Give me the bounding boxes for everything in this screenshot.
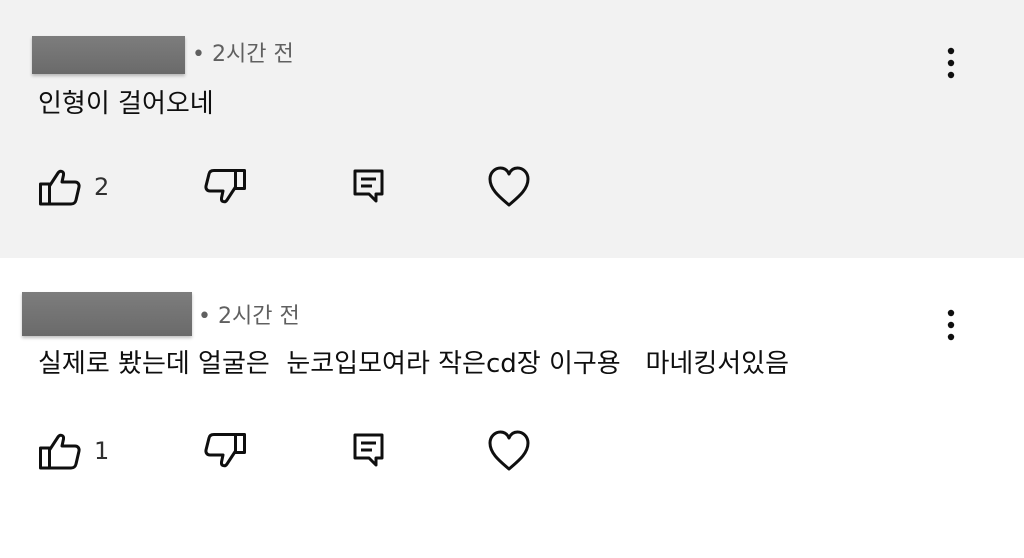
comment-timestamp: • 2시간 전 xyxy=(192,42,294,67)
dislike-icon xyxy=(204,433,246,468)
redacted-author-name[interactable] xyxy=(22,292,192,336)
like-count: 2 xyxy=(94,173,110,201)
heart-button[interactable] xyxy=(487,429,531,473)
dislike-button[interactable] xyxy=(203,168,247,208)
reply-button[interactable] xyxy=(352,168,386,206)
reply-icon xyxy=(353,169,384,203)
like-icon xyxy=(39,169,81,206)
more-vert-icon xyxy=(947,309,955,341)
comment-text: 실제로 봤는데 얼굴은 눈코입모여라 작은cd장 이구용 마네킹서있음 xyxy=(38,349,790,379)
comment-timestamp: • 2시간 전 xyxy=(198,304,300,329)
redacted-author-name[interactable] xyxy=(32,36,185,74)
heart-icon xyxy=(488,166,530,207)
comment-text: 인형이 걸어오네 xyxy=(38,89,214,119)
more-options-button[interactable] xyxy=(939,306,963,346)
more-vert-icon xyxy=(947,47,955,79)
like-icon xyxy=(39,433,81,470)
heart-icon xyxy=(488,430,530,471)
dislike-button[interactable] xyxy=(203,432,247,472)
comment-item: • 2시간 전 실제로 봤는데 얼굴은 눈코입모여라 작은cd장 이구용 마네킹… xyxy=(0,258,1024,558)
more-options-button[interactable] xyxy=(939,44,963,84)
like-button[interactable]: 1 xyxy=(38,430,109,472)
comment-item: • 2시간 전 인형이 걸어오네 2 xyxy=(0,0,1024,258)
reply-button[interactable] xyxy=(352,432,386,470)
reply-icon xyxy=(353,433,384,467)
dislike-icon xyxy=(204,169,246,204)
like-count: 1 xyxy=(94,437,110,465)
like-button[interactable]: 2 xyxy=(38,166,109,208)
heart-button[interactable] xyxy=(487,165,531,209)
